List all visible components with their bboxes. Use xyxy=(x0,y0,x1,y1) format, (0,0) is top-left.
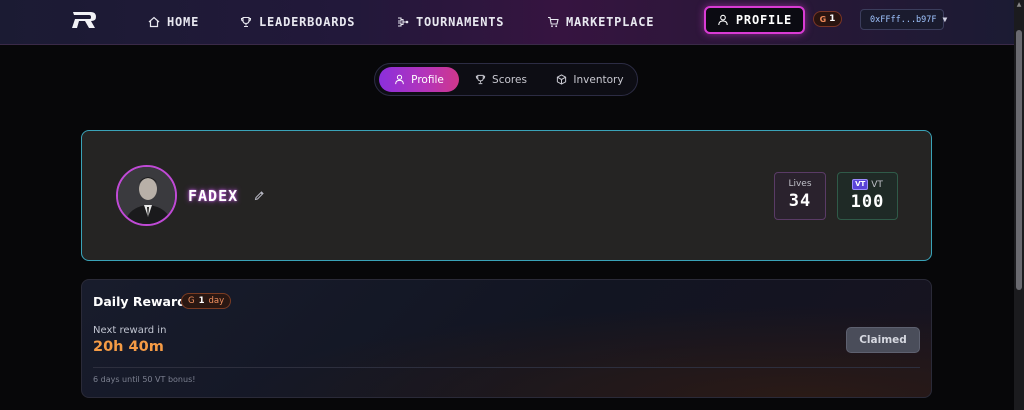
bonus-note: 6 days until 50 VT bonus! xyxy=(93,375,196,384)
streak-count: 1 xyxy=(198,296,205,306)
app-page: HOME LEADERBOARDS TOURNAMENTS MARKETPLAC… xyxy=(0,0,1024,410)
user-icon xyxy=(718,14,728,26)
profile-tabs: Profile Scores Inventory xyxy=(374,63,638,96)
page-scrollbar[interactable]: ▲ xyxy=(1014,0,1024,410)
wallet-dropdown[interactable]: 0xFFff...b97F ▼ xyxy=(860,9,947,30)
username: FADEX xyxy=(188,187,239,205)
nav-tournaments-label: TOURNAMENTS xyxy=(416,15,505,29)
coin-badge[interactable]: G 1 xyxy=(813,11,842,27)
nav-leaderboards[interactable]: LEADERBOARDS xyxy=(240,12,355,32)
user-icon xyxy=(395,74,405,85)
streak-coin-icon: G xyxy=(188,296,195,306)
top-nav: HOME LEADERBOARDS TOURNAMENTS MARKETPLAC… xyxy=(0,0,1014,45)
tab-scores-label: Scores xyxy=(492,73,527,86)
coin-count: 1 xyxy=(829,14,836,24)
nav-home-label: HOME xyxy=(167,15,200,29)
vt-stat: VT VT 100 xyxy=(837,172,898,220)
trophy-icon xyxy=(475,74,486,85)
scroll-up-icon[interactable]: ▲ xyxy=(1014,0,1024,10)
daily-reward-title: Daily Reward xyxy=(93,294,187,309)
tab-inventory[interactable]: Inventory xyxy=(551,67,629,92)
wallet-address: 0xFFff...b97F xyxy=(870,14,937,25)
tab-scores[interactable]: Scores xyxy=(467,67,535,92)
trophy-icon xyxy=(240,16,252,28)
cart-icon xyxy=(548,16,559,28)
reward-countdown: 20h 40m xyxy=(93,339,164,355)
lives-stat: Lives 34 xyxy=(774,172,826,220)
tab-inventory-label: Inventory xyxy=(573,73,624,86)
edit-pencil-icon[interactable] xyxy=(254,190,265,201)
next-reward-label: Next reward in xyxy=(93,325,167,336)
tab-profile[interactable]: Profile xyxy=(379,67,459,92)
cube-icon xyxy=(557,74,567,85)
daily-reward-card: Daily Reward G 1 day Next reward in 20h … xyxy=(81,279,932,398)
logo-icon[interactable] xyxy=(71,11,97,29)
scrollbar-thumb[interactable] xyxy=(1016,30,1022,290)
nav-home[interactable]: HOME xyxy=(148,12,199,32)
vt-value: 100 xyxy=(850,192,885,212)
vt-label-row: VT VT xyxy=(838,179,897,190)
vt-label: VT xyxy=(871,179,883,190)
avatar[interactable] xyxy=(116,165,177,226)
claimed-button[interactable]: Claimed xyxy=(846,327,920,353)
divider xyxy=(93,367,920,368)
bracket-icon xyxy=(398,17,409,27)
home-icon xyxy=(148,16,160,28)
lives-value: 34 xyxy=(788,191,812,211)
nav-marketplace[interactable]: MARKETPLACE xyxy=(547,12,654,32)
nav-marketplace-label: MARKETPLACE xyxy=(566,15,655,29)
tab-profile-label: Profile xyxy=(411,73,444,86)
profile-card: FADEX Lives 34 VT VT 100 xyxy=(81,130,932,261)
coin-icon: G xyxy=(819,14,827,24)
avatar-portrait-icon xyxy=(118,167,175,224)
chevron-down-icon: ▼ xyxy=(942,15,948,24)
profile-nav-label: PROFILE xyxy=(735,13,793,27)
lives-label: Lives xyxy=(788,179,812,189)
streak-unit: day xyxy=(208,296,225,306)
vt-token-icon: VT xyxy=(852,179,869,190)
nav-tournaments[interactable]: TOURNAMENTS xyxy=(397,12,504,32)
nav-leaderboards-label: LEADERBOARDS xyxy=(259,15,356,29)
profile-nav-button[interactable]: PROFILE xyxy=(704,6,805,34)
streak-badge: G 1 day xyxy=(181,293,232,309)
